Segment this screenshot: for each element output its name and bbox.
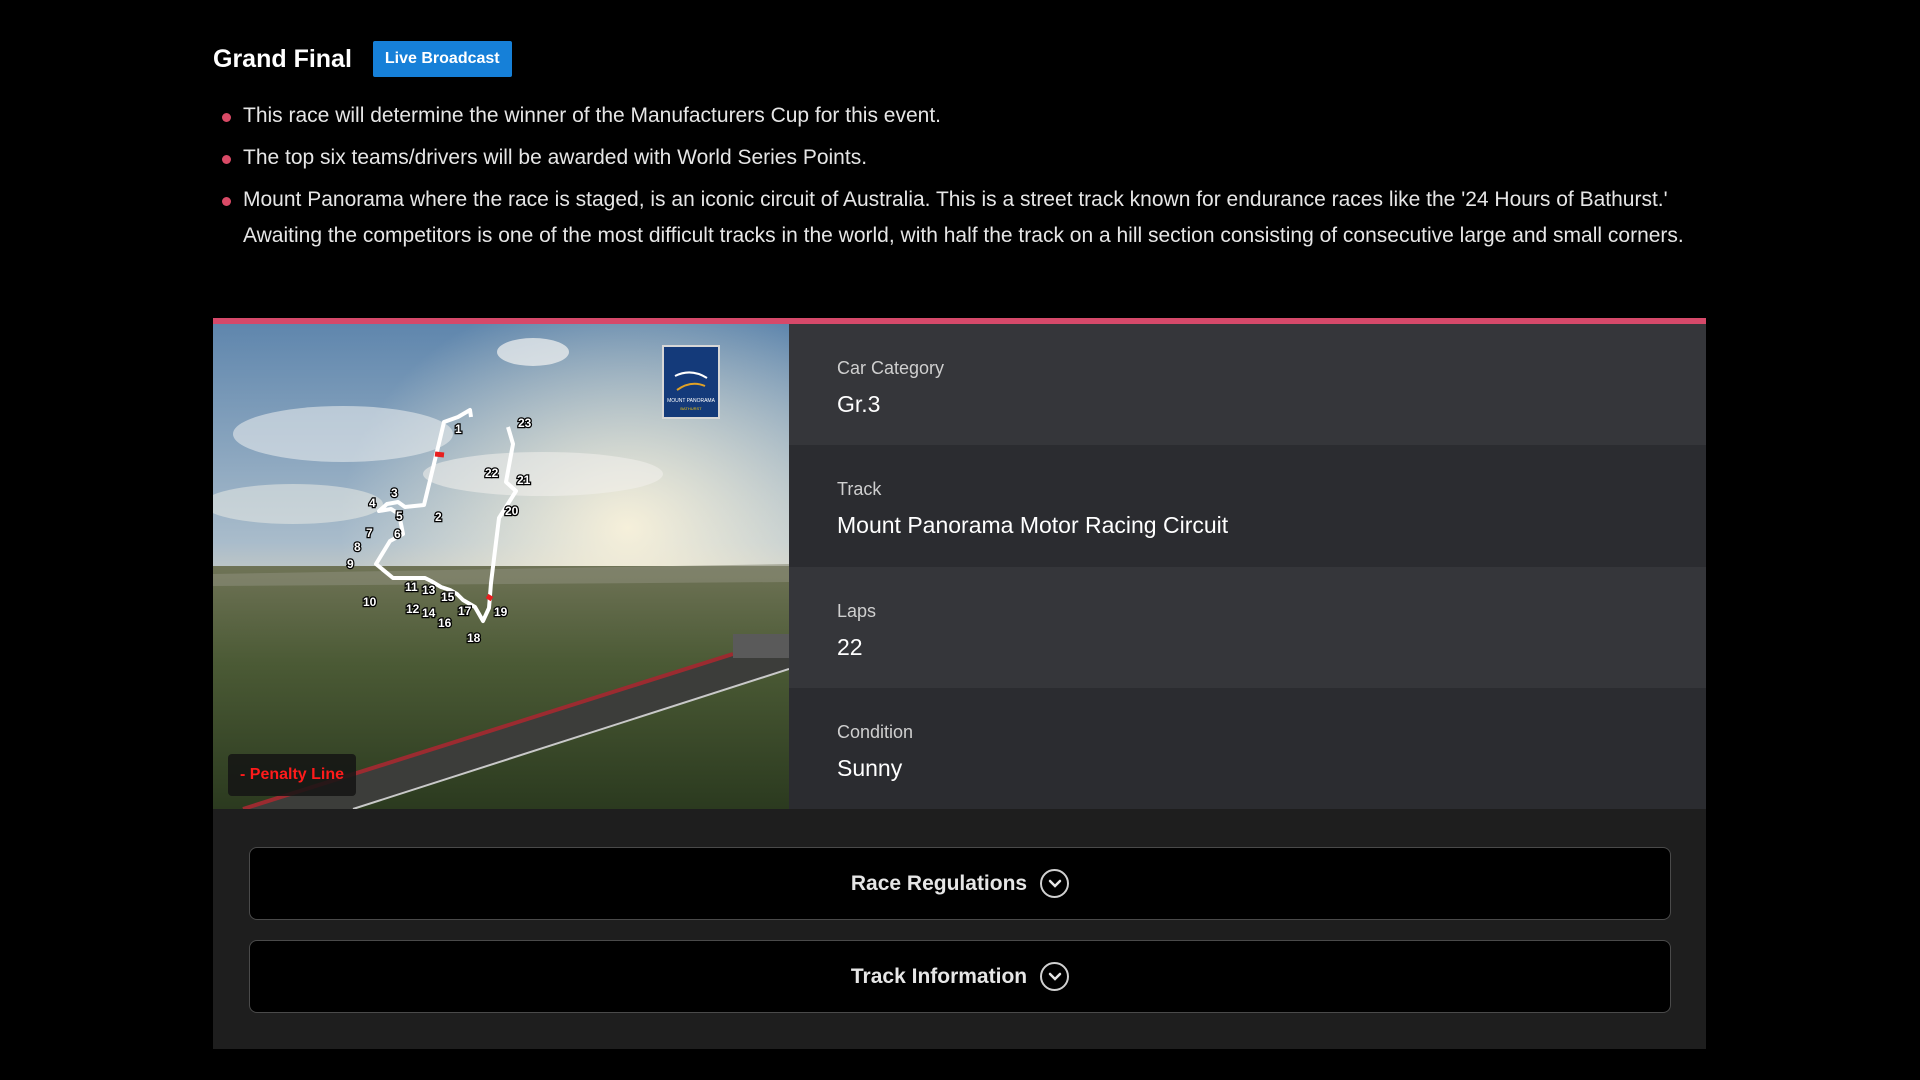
corner-label: 22 (485, 466, 499, 480)
corner-label: 20 (505, 504, 519, 518)
corner-label: 13 (422, 583, 436, 597)
bullet-dot (222, 197, 231, 206)
race-regulations-accordion[interactable]: Race Regulations (249, 847, 1671, 920)
race-specs: Car Category Gr.3 Track Mount Panorama M… (789, 324, 1706, 809)
cloud (423, 452, 663, 496)
bullet-text: This race will determine the winner of t… (243, 104, 941, 127)
spec-value: Mount Panorama Motor Racing Circuit (837, 512, 1229, 539)
track-logo-text: MOUNT PANORAMA (667, 398, 715, 404)
spec-laps: Laps 22 (789, 566, 1706, 688)
event-header: Grand Final Live Broadcast (213, 40, 512, 78)
corner-label: 8 (354, 540, 361, 554)
event-page: Grand Final Live Broadcast This race wil… (213, 0, 1706, 1080)
corner-label: 14 (422, 606, 436, 620)
spec-value: Gr.3 (837, 391, 881, 417)
bullet-item: The top six teams/drivers will be awarde… (213, 140, 1706, 176)
bullet-dot (222, 155, 231, 164)
corner-label: 12 (406, 602, 420, 616)
corner-label: 17 (458, 604, 472, 618)
corner-label: 10 (363, 595, 377, 609)
spec-value: 22 (837, 633, 863, 660)
corner-label: 6 (394, 527, 401, 541)
corner-label: 9 (347, 557, 354, 571)
spec-condition: Condition Sunny (789, 687, 1706, 809)
chevron-down-icon[interactable] (1040, 869, 1070, 898)
spec-track: Track Mount Panorama Motor Racing Circui… (789, 445, 1706, 567)
accordion-label: Track Information (850, 964, 1028, 988)
grandstand (733, 634, 789, 658)
chevron-down-icon[interactable] (1040, 962, 1070, 991)
bullet-item: This race will determine the winner of t… (213, 98, 1706, 134)
spec-car-category: Car Category Gr.3 (789, 324, 1706, 446)
race-details-panel: 1 2 3 4 5 6 7 8 9 10 11 12 13 14 15 16 1 (213, 318, 1706, 1049)
corner-label: 16 (438, 616, 452, 630)
corner-label: 2 (435, 510, 442, 524)
corner-label: 15 (441, 590, 455, 604)
track-logo-subtext: BATHURST (680, 406, 702, 411)
corner-label: 19 (494, 605, 508, 619)
corner-label: 11 (405, 580, 418, 594)
event-bullets: This race will determine the winner of t… (213, 98, 1706, 260)
cloud (233, 406, 453, 462)
event-title: Grand Final (213, 44, 352, 73)
spec-label: Laps (837, 600, 877, 621)
bullet-item: Mount Panorama where the race is staged,… (213, 182, 1706, 254)
penalty-line-legend: - Penalty Line (228, 754, 357, 796)
track-logo-swoosh-icon (674, 371, 708, 391)
corner-label: 1 (455, 422, 462, 436)
bullet-text: The top six teams/drivers will be awarde… (243, 146, 868, 169)
penalty-line-marker (434, 451, 445, 458)
track-information-accordion[interactable]: Track Information (249, 940, 1671, 1013)
accordion-label: Race Regulations (850, 871, 1028, 895)
penalty-line-marker (485, 593, 494, 602)
spec-label: Condition (837, 721, 914, 742)
corner-label: 23 (518, 416, 532, 430)
cloud (497, 338, 569, 366)
spec-value: Sunny (837, 754, 903, 781)
bullet-dot (222, 113, 231, 122)
live-broadcast-badge: Live Broadcast (372, 41, 512, 77)
corner-label: 3 (391, 486, 398, 500)
corner-label: 5 (396, 509, 403, 523)
corner-label: 7 (366, 526, 373, 540)
corner-label: 4 (369, 496, 376, 510)
corner-label: 18 (467, 631, 481, 645)
corner-label: 21 (517, 473, 531, 487)
track-logo: MOUNT PANORAMA BATHURST (662, 345, 720, 419)
bullet-text: Mount Panorama where the race is staged,… (243, 188, 1684, 247)
spec-label: Track (837, 479, 882, 500)
spec-label: Car Category (837, 358, 945, 378)
track-map-image: 1 2 3 4 5 6 7 8 9 10 11 12 13 14 15 16 1 (213, 324, 789, 809)
